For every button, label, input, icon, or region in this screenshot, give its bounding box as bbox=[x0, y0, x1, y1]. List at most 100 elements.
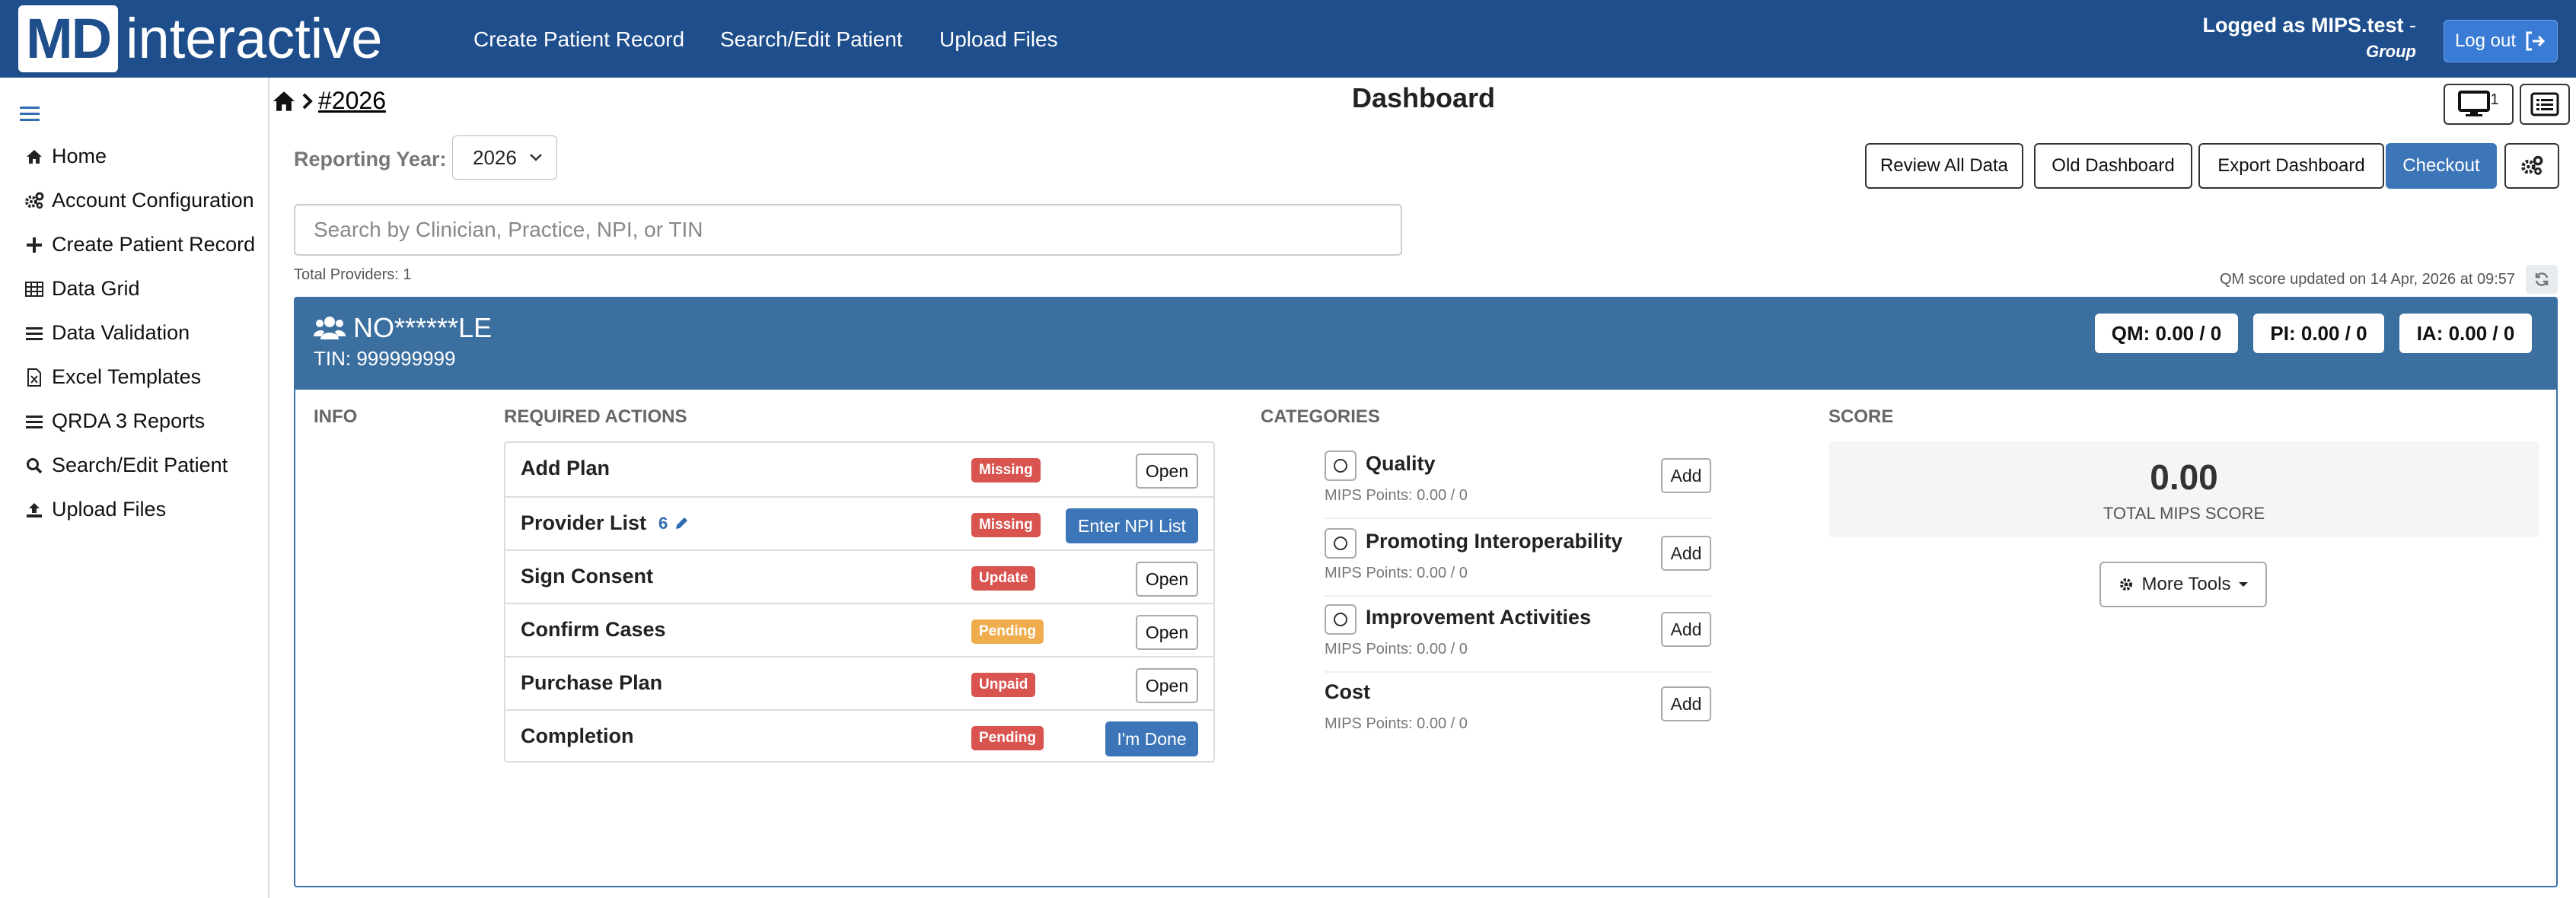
sidebar-item-label: Account Configuration bbox=[52, 189, 254, 212]
group-tin: TIN: 999999999 bbox=[314, 347, 456, 370]
sidebar-item-data-grid[interactable]: Data Grid bbox=[24, 277, 140, 301]
top-navbar: MD interactive Create Patient Record Sea… bbox=[0, 0, 2576, 78]
sidebar-item-account-configuration[interactable]: Account Configuration bbox=[24, 189, 254, 212]
im-done-button[interactable]: I'm Done bbox=[1105, 721, 1198, 756]
total-mips-score-label: TOTAL MIPS SCORE bbox=[2103, 504, 2265, 523]
status-badge: Missing bbox=[971, 513, 1041, 537]
confirm-cases-open-button[interactable]: Open bbox=[1136, 615, 1198, 650]
category-name: Improvement Activities bbox=[1366, 606, 1592, 629]
search-icon bbox=[24, 456, 44, 476]
sidebar-item-label: Data Validation bbox=[52, 321, 190, 344]
pencil-icon[interactable] bbox=[674, 516, 689, 531]
required-action-row: Purchase Plan Unpaid Open bbox=[505, 656, 1213, 709]
improvement-activities-radio[interactable] bbox=[1325, 604, 1357, 635]
required-action-row: Add Plan Missing Open bbox=[505, 443, 1213, 496]
reporting-year-select[interactable]: 2026 bbox=[452, 135, 557, 180]
action-name: Add Plan bbox=[521, 457, 611, 479]
purchase-plan-open-button[interactable]: Open bbox=[1136, 668, 1198, 703]
nav-search-edit-patient[interactable]: Search/Edit Patient bbox=[720, 27, 903, 52]
cost-add-button[interactable]: Add bbox=[1661, 686, 1711, 721]
group-name-text: NO******LE bbox=[353, 312, 493, 343]
logo-md-text: MD bbox=[18, 5, 119, 72]
logout-button[interactable]: Log out bbox=[2444, 20, 2558, 62]
list-view-button[interactable] bbox=[2520, 84, 2570, 125]
promoting-interoperability-radio[interactable] bbox=[1325, 528, 1357, 559]
table-icon bbox=[24, 279, 44, 299]
home-icon[interactable] bbox=[271, 89, 297, 113]
category-quality: Quality MIPS Points: 0.00 / 0 Add bbox=[1325, 443, 1711, 519]
sidebar-item-search-edit-patient[interactable]: Search/Edit Patient bbox=[24, 454, 228, 477]
promoting-interoperability-add-button[interactable]: Add bbox=[1661, 536, 1711, 571]
sign-consent-open-button[interactable]: Open bbox=[1136, 562, 1198, 597]
add-plan-open-button[interactable]: Open bbox=[1136, 454, 1198, 489]
more-tools-dropdown[interactable]: More Tools bbox=[2099, 562, 2267, 607]
sidebar-item-excel-templates[interactable]: Excel Templates bbox=[24, 365, 201, 389]
required-action-row: Completion Pending I'm Done bbox=[505, 709, 1213, 763]
sidebar-item-label: Upload Files bbox=[52, 498, 167, 521]
category-name: Promoting Interoperability bbox=[1366, 530, 1623, 552]
hamburger-menu-icon[interactable] bbox=[20, 105, 40, 122]
export-dashboard-button[interactable]: Export Dashboard bbox=[2198, 143, 2384, 189]
login-dash: - bbox=[2403, 14, 2416, 37]
monitor-count: 1 bbox=[2490, 91, 2499, 108]
category-points: MIPS Points: 0.00 / 0 bbox=[1325, 641, 1468, 658]
action-name: Sign Consent bbox=[521, 565, 653, 588]
action-name: Provider List bbox=[521, 511, 647, 534]
action-name: Purchase Plan bbox=[521, 671, 663, 694]
group-name: NO******LE bbox=[314, 312, 492, 344]
login-role: Group bbox=[2366, 42, 2416, 61]
review-all-data-button[interactable]: Review All Data bbox=[1865, 143, 2023, 189]
breadcrumb: #2026 bbox=[271, 87, 386, 115]
quality-add-button[interactable]: Add bbox=[1661, 458, 1711, 493]
score-heading: SCORE bbox=[1828, 406, 1894, 427]
checkout-button[interactable]: Checkout bbox=[2386, 143, 2497, 189]
enter-npi-list-button[interactable]: Enter NPI List bbox=[1066, 508, 1198, 543]
sidebar-item-home[interactable]: Home bbox=[24, 145, 107, 168]
breadcrumb-year-link[interactable]: #2026 bbox=[318, 87, 386, 115]
sidebar-item-label: Data Grid bbox=[52, 277, 140, 300]
chevron-right-icon bbox=[301, 93, 314, 110]
home-icon bbox=[24, 147, 44, 167]
category-points: MIPS Points: 0.00 / 0 bbox=[1325, 715, 1468, 732]
sidebar-item-qrda-3-reports[interactable]: QRDA 3 Reports bbox=[24, 409, 205, 433]
plus-icon bbox=[24, 235, 44, 255]
total-mips-score-box: 0.00 TOTAL MIPS SCORE bbox=[1828, 441, 2539, 537]
mdinteractive-logo[interactable]: MD interactive bbox=[18, 5, 382, 72]
sidebar-item-label: Search/Edit Patient bbox=[52, 454, 228, 476]
sidebar-item-create-patient-record[interactable]: Create Patient Record bbox=[24, 233, 255, 256]
sidebar-item-data-validation[interactable]: Data Validation bbox=[24, 321, 190, 345]
required-action-row: Confirm Cases Pending Open bbox=[505, 603, 1213, 656]
excel-file-icon bbox=[24, 368, 44, 387]
sidebar-item-label: Excel Templates bbox=[52, 365, 202, 388]
refresh-button[interactable] bbox=[2526, 265, 2558, 294]
login-info: Logged as MIPS.test - Group bbox=[2202, 14, 2416, 62]
info-column-heading: INFO bbox=[314, 406, 358, 427]
monitor-button[interactable]: 1 bbox=[2444, 84, 2514, 125]
quality-radio[interactable] bbox=[1325, 451, 1357, 481]
group-card-header: NO******LE TIN: 999999999 QM: 0.00 / 0 P… bbox=[295, 298, 2556, 390]
caret-down-icon bbox=[2238, 581, 2249, 588]
category-cost: Cost MIPS Points: 0.00 / 0 Add bbox=[1325, 671, 1711, 747]
desktop-icon bbox=[2458, 91, 2493, 118]
category-points: MIPS Points: 0.00 / 0 bbox=[1325, 487, 1468, 504]
upload-icon bbox=[24, 500, 44, 520]
sidebar-item-label: QRDA 3 Reports bbox=[52, 409, 206, 432]
nav-create-patient-record[interactable]: Create Patient Record bbox=[473, 27, 684, 52]
list-icon bbox=[24, 323, 44, 343]
nav-upload-files[interactable]: Upload Files bbox=[939, 27, 1058, 52]
old-dashboard-button[interactable]: Old Dashboard bbox=[2034, 143, 2192, 189]
pi-score-pill: PI: 0.00 / 0 bbox=[2253, 314, 2384, 353]
chevron-down-icon bbox=[528, 148, 544, 165]
provider-count: 6 bbox=[658, 513, 668, 533]
search-input[interactable]: Search by Clinician, Practice, NPI, or T… bbox=[294, 204, 1402, 256]
sidebar-item-label: Create Patient Record bbox=[52, 233, 256, 256]
status-badge: Pending bbox=[971, 726, 1044, 750]
sign-out-icon bbox=[2523, 30, 2546, 53]
settings-button[interactable] bbox=[2504, 143, 2559, 189]
logged-user-text: Logged as MIPS.test bbox=[2202, 14, 2404, 37]
status-badge: Unpaid bbox=[971, 673, 1036, 697]
category-name: Quality bbox=[1366, 452, 1436, 475]
sidebar-item-upload-files[interactable]: Upload Files bbox=[24, 498, 166, 521]
improvement-activities-add-button[interactable]: Add bbox=[1661, 612, 1711, 647]
category-points: MIPS Points: 0.00 / 0 bbox=[1325, 565, 1468, 581]
